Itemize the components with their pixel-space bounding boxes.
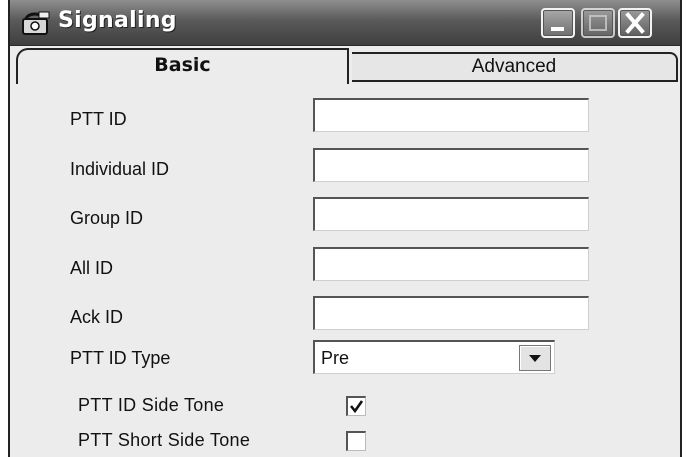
ptt-short-side-tone-checkbox[interactable] [346, 431, 366, 451]
ptt-id-label: PTT ID [70, 109, 127, 129]
ptt-id-side-tone-checkbox[interactable] [346, 396, 366, 416]
signaling-window: Signaling Basic Advanced PTT ID Individu… [8, 0, 682, 457]
minimize-icon [551, 27, 564, 31]
ptt-id-input[interactable] [313, 98, 589, 132]
window-title: Signaling [58, 8, 177, 33]
group-id-label: Group ID [70, 208, 144, 228]
ptt-short-side-tone-label: PTT Short Side Tone [78, 430, 251, 450]
title-bar[interactable]: Signaling [10, 0, 680, 46]
close-icon [625, 12, 645, 34]
ptt-id-type-value: Pre [321, 348, 350, 368]
tab-basic[interactable]: Basic [16, 48, 349, 84]
ack-id-label: Ack ID [70, 307, 124, 327]
phone-icon [22, 10, 50, 36]
tab-bar: Basic Advanced [10, 46, 680, 84]
all-id-label: All ID [70, 258, 114, 278]
maximize-button[interactable] [581, 8, 615, 38]
close-button[interactable] [618, 8, 652, 38]
group-id-input[interactable] [313, 197, 589, 231]
ptt-id-type-label: PTT ID Type [70, 348, 171, 368]
dropdown-arrow-button[interactable] [519, 345, 551, 371]
all-id-input[interactable] [313, 247, 589, 281]
chevron-down-icon [529, 355, 541, 362]
ptt-id-side-tone-label: PTT ID Side Tone [78, 395, 225, 415]
ack-id-input[interactable] [313, 296, 589, 330]
maximize-icon [589, 15, 607, 31]
basic-panel: PTT ID Individual ID Group ID All ID Ack… [10, 82, 680, 457]
tab-advanced[interactable]: Advanced [352, 52, 678, 82]
individual-id-label: Individual ID [70, 159, 170, 179]
individual-id-input[interactable] [313, 148, 589, 182]
checkmark-icon [349, 400, 364, 414]
ptt-id-type-select[interactable]: Pre [313, 340, 555, 374]
minimize-button[interactable] [541, 8, 575, 38]
